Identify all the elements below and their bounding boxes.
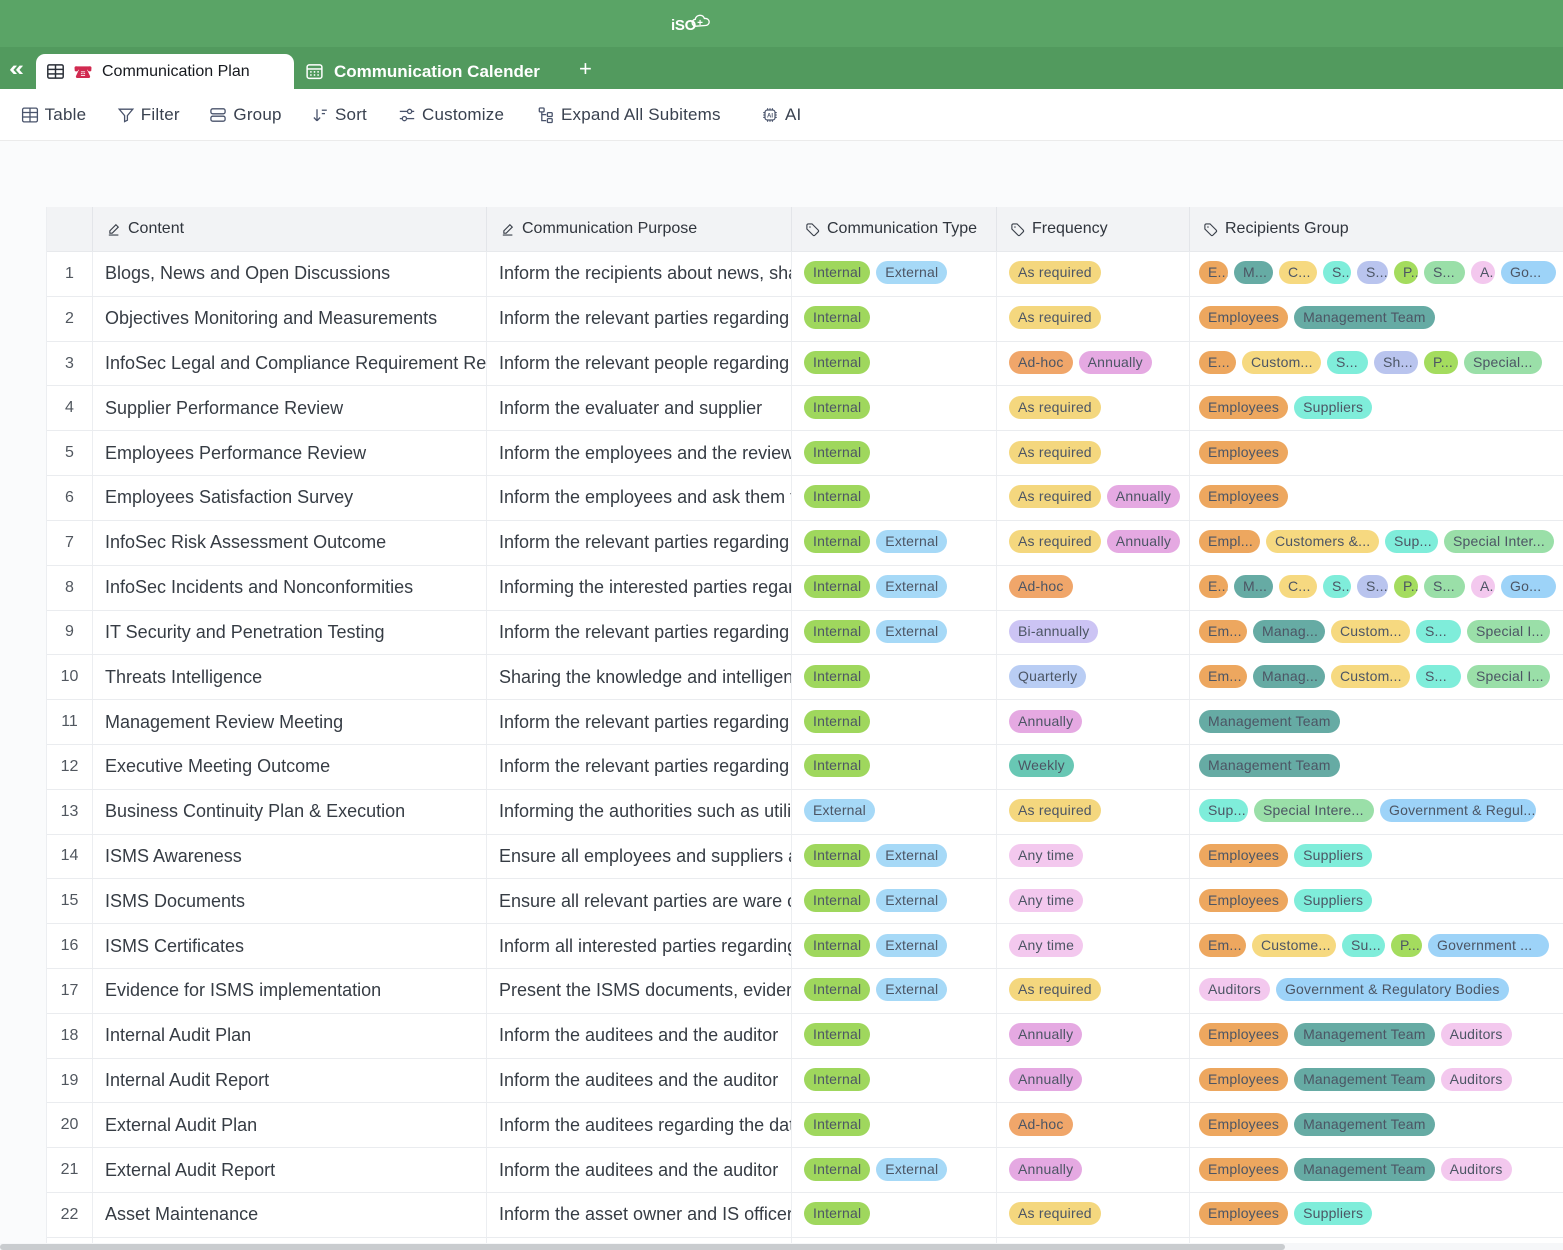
svg-text:AI: AI [767,113,773,119]
